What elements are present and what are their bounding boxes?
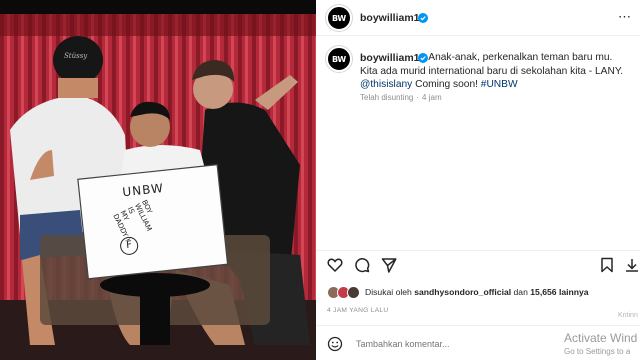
bookmark-icon[interactable] [599, 257, 615, 273]
edited-label: Telah disunting · 4 jam [360, 93, 442, 102]
post-sidebar: BW boywilliam17 BW Anak-anak, perkenalka… [316, 0, 640, 360]
activate-windows-title: Activate Wind [564, 331, 638, 345]
mention-link[interactable]: @thisislany [360, 79, 412, 90]
whiteboard-sign: UNBW BOY WILLIAM IS MY DADDY ! F [83, 169, 227, 279]
comment-icon[interactable] [354, 257, 370, 273]
divider [316, 325, 640, 326]
liker-avatar[interactable] [347, 286, 360, 299]
post-header: BW boywilliam17 [316, 0, 640, 36]
avatar[interactable]: BW [326, 5, 352, 31]
post-timestamp[interactable]: 4 JAM YANG LALU [327, 307, 388, 314]
avatar-text: BW [332, 54, 346, 64]
brand-watermark: Kntinn [618, 312, 638, 319]
caption-username[interactable]: boywilliam17 [360, 52, 425, 64]
sign-title: UNBW [121, 180, 165, 200]
divider [316, 250, 640, 251]
post-photo[interactable]: UNBW BOY WILLIAM IS MY DADDY ! F Stüssy [0, 0, 316, 360]
caption-avatar[interactable]: BW [326, 46, 352, 72]
likes-summary: Disukai oleh sandhysondoro_official dan … [365, 287, 589, 297]
share-icon[interactable] [381, 257, 397, 273]
heart-icon[interactable] [327, 257, 343, 273]
cap-logo: Stüssy [64, 52, 88, 60]
sign-message: BOY WILLIAM IS MY DADDY ! [111, 199, 173, 270]
username-link[interactable]: boywilliam17 [360, 12, 425, 24]
emoji-icon[interactable] [327, 336, 343, 352]
download-icon[interactable] [624, 257, 640, 273]
caption-tail: Coming soon! [412, 79, 481, 90]
edited-time: 4 jam [422, 93, 442, 102]
more-options-icon[interactable]: ⋯ [618, 9, 632, 25]
avatar-text: BW [332, 13, 346, 23]
activate-windows-subtitle: Go to Settings to a [564, 347, 631, 356]
likes-prefix: Disukai oleh [365, 287, 412, 297]
liker-username-link[interactable]: sandhysondoro_official [414, 287, 511, 297]
instagram-post-window: UNBW BOY WILLIAM IS MY DADDY ! F Stüssy … [0, 0, 640, 360]
separator-dot: · [416, 93, 420, 102]
comment-input[interactable] [356, 339, 556, 349]
likes-count-link[interactable]: 15,656 lainnya [530, 287, 588, 297]
verified-icon [418, 52, 428, 63]
hashtag-link[interactable]: #UNBW [481, 79, 518, 90]
likes-and: dan [513, 287, 528, 297]
edited-text: Telah disunting [360, 93, 414, 102]
verified-icon [418, 12, 428, 23]
